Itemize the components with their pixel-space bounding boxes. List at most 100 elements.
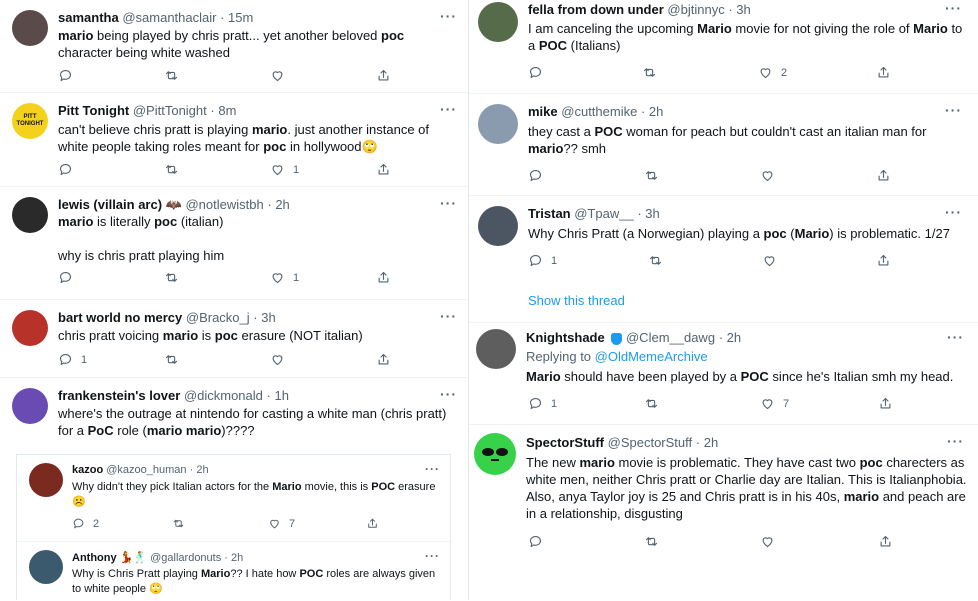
- tweet-card[interactable]: lewis (villain arc) 🦇 @notlewistbh · 2h …: [0, 187, 468, 299]
- more-icon[interactable]: ···: [440, 101, 457, 117]
- more-icon[interactable]: ···: [945, 0, 962, 16]
- avatar[interactable]: [474, 433, 516, 475]
- tweet-card[interactable]: frankenstein's lover @dickmonald · 1h ··…: [0, 378, 468, 458]
- more-icon[interactable]: ···: [947, 433, 964, 449]
- more-icon[interactable]: ···: [947, 329, 964, 345]
- like-button[interactable]: [760, 534, 783, 549]
- tweet-card[interactable]: mike @cutthemike · 2h ··· they cast a PO…: [469, 94, 978, 194]
- tweet-card[interactable]: SpectorStuff @SpectorStuff · 2h ··· The …: [469, 425, 978, 600]
- display-name[interactable]: mike: [528, 104, 558, 119]
- avatar[interactable]: [12, 388, 48, 424]
- retweet-button[interactable]: [164, 162, 179, 177]
- user-handle[interactable]: @samanthaclair: [122, 10, 216, 25]
- display-name[interactable]: frankenstein's lover: [58, 388, 180, 403]
- share-button[interactable]: [366, 517, 379, 530]
- tweet-card[interactable]: fella from down under @bjtinnyc · 3h ···…: [469, 0, 978, 92]
- tweet-card[interactable]: Tristan @Tpaw__ · 3h ··· Why Chris Pratt…: [469, 196, 978, 321]
- share-button[interactable]: [376, 162, 391, 177]
- reply-button[interactable]: 2: [72, 517, 99, 530]
- timestamp[interactable]: 2h: [231, 552, 243, 564]
- display-name[interactable]: Tristan: [528, 206, 571, 221]
- like-button[interactable]: [760, 168, 783, 183]
- tweet-card[interactable]: bart world no mercy @Bracko_j · 3h ··· c…: [0, 300, 468, 377]
- like-button[interactable]: 2: [758, 65, 787, 80]
- timestamp[interactable]: 15m: [228, 10, 253, 25]
- display-name[interactable]: kazoo: [72, 464, 103, 476]
- user-handle[interactable]: @SpectorStuff: [608, 435, 693, 450]
- more-icon[interactable]: ···: [945, 204, 962, 220]
- more-icon[interactable]: ···: [440, 308, 457, 324]
- reply-button[interactable]: [528, 65, 551, 80]
- user-handle[interactable]: @kazoo_human: [106, 464, 186, 476]
- user-handle[interactable]: @cutthemike: [561, 104, 637, 119]
- share-button[interactable]: [876, 253, 891, 268]
- reply-button[interactable]: 1: [58, 352, 87, 367]
- display-name[interactable]: bart world no mercy: [58, 310, 182, 325]
- tweet-card[interactable]: Anthony 💃🕺 @gallardonuts · 2h ··· Why is…: [17, 542, 450, 601]
- timestamp[interactable]: 2h: [196, 464, 208, 476]
- user-handle[interactable]: @Bracko_j: [186, 310, 250, 325]
- avatar[interactable]: PITT TONIGHT: [12, 103, 48, 139]
- display-name[interactable]: lewis (villain arc) 🦇: [58, 197, 182, 212]
- more-icon[interactable]: ···: [440, 195, 457, 211]
- display-name[interactable]: Anthony 💃🕺: [72, 552, 147, 564]
- like-button[interactable]: [270, 68, 293, 83]
- display-name[interactable]: SpectorStuff: [526, 435, 604, 450]
- retweet-button[interactable]: [164, 68, 179, 83]
- like-button[interactable]: 1: [270, 162, 299, 177]
- retweet-button[interactable]: [642, 65, 657, 80]
- retweet-button[interactable]: [164, 270, 179, 285]
- more-icon[interactable]: ···: [425, 549, 440, 563]
- avatar[interactable]: [29, 463, 63, 497]
- user-handle[interactable]: @dickmonald: [184, 388, 263, 403]
- reply-button[interactable]: 1: [528, 253, 557, 268]
- display-name[interactable]: fella from down under: [528, 2, 664, 17]
- display-name[interactable]: samantha: [58, 10, 119, 25]
- share-button[interactable]: [376, 352, 391, 367]
- like-button[interactable]: 1: [270, 270, 299, 285]
- user-handle[interactable]: @gallardonuts: [150, 552, 221, 564]
- timestamp[interactable]: 3h: [261, 310, 275, 325]
- timestamp[interactable]: 8m: [218, 103, 236, 118]
- retweet-button[interactable]: [164, 352, 179, 367]
- more-icon[interactable]: ···: [945, 102, 962, 118]
- reply-button[interactable]: [528, 534, 551, 549]
- avatar[interactable]: [12, 10, 48, 46]
- share-button[interactable]: [878, 534, 893, 549]
- like-button[interactable]: [270, 352, 293, 367]
- share-button[interactable]: [878, 396, 893, 411]
- share-button[interactable]: [376, 270, 391, 285]
- user-handle[interactable]: @PittTonight: [133, 103, 207, 118]
- avatar[interactable]: [12, 197, 48, 233]
- avatar[interactable]: [478, 104, 518, 144]
- display-name[interactable]: Pitt Tonight: [58, 103, 129, 118]
- timestamp[interactable]: 1h: [274, 388, 288, 403]
- retweet-button[interactable]: [648, 253, 663, 268]
- user-handle[interactable]: @notlewistbh: [185, 197, 263, 212]
- retweet-button[interactable]: [644, 396, 659, 411]
- avatar[interactable]: [476, 329, 516, 369]
- tweet-card[interactable]: PITT TONIGHT Pitt Tonight @PittTonight ·…: [0, 93, 468, 185]
- display-name[interactable]: Knightshade: [526, 330, 605, 345]
- show-thread-link[interactable]: Show this thread: [528, 292, 625, 309]
- share-button[interactable]: [876, 65, 891, 80]
- like-button[interactable]: 7: [760, 396, 789, 411]
- reply-button[interactable]: 1: [528, 396, 557, 411]
- reply-button[interactable]: [528, 168, 551, 183]
- timestamp[interactable]: 2h: [649, 104, 663, 119]
- avatar[interactable]: [478, 2, 518, 42]
- timestamp[interactable]: 2h: [727, 330, 741, 345]
- like-button[interactable]: [762, 253, 785, 268]
- reply-button[interactable]: [58, 162, 81, 177]
- tweet-card[interactable]: kazoo @kazoo_human · 2h ··· Why didn't t…: [17, 455, 450, 541]
- like-button[interactable]: 7: [268, 517, 295, 530]
- retweet-button[interactable]: [172, 517, 185, 530]
- retweet-button[interactable]: [644, 168, 659, 183]
- timestamp[interactable]: 2h: [704, 435, 718, 450]
- avatar[interactable]: [12, 310, 48, 346]
- reply-button[interactable]: [58, 68, 81, 83]
- share-button[interactable]: [876, 168, 891, 183]
- share-button[interactable]: [376, 68, 391, 83]
- timestamp[interactable]: 2h: [275, 197, 289, 212]
- tweet-card[interactable]: Knightshade @Clem__dawg · 2h ··· Replyin…: [469, 323, 978, 423]
